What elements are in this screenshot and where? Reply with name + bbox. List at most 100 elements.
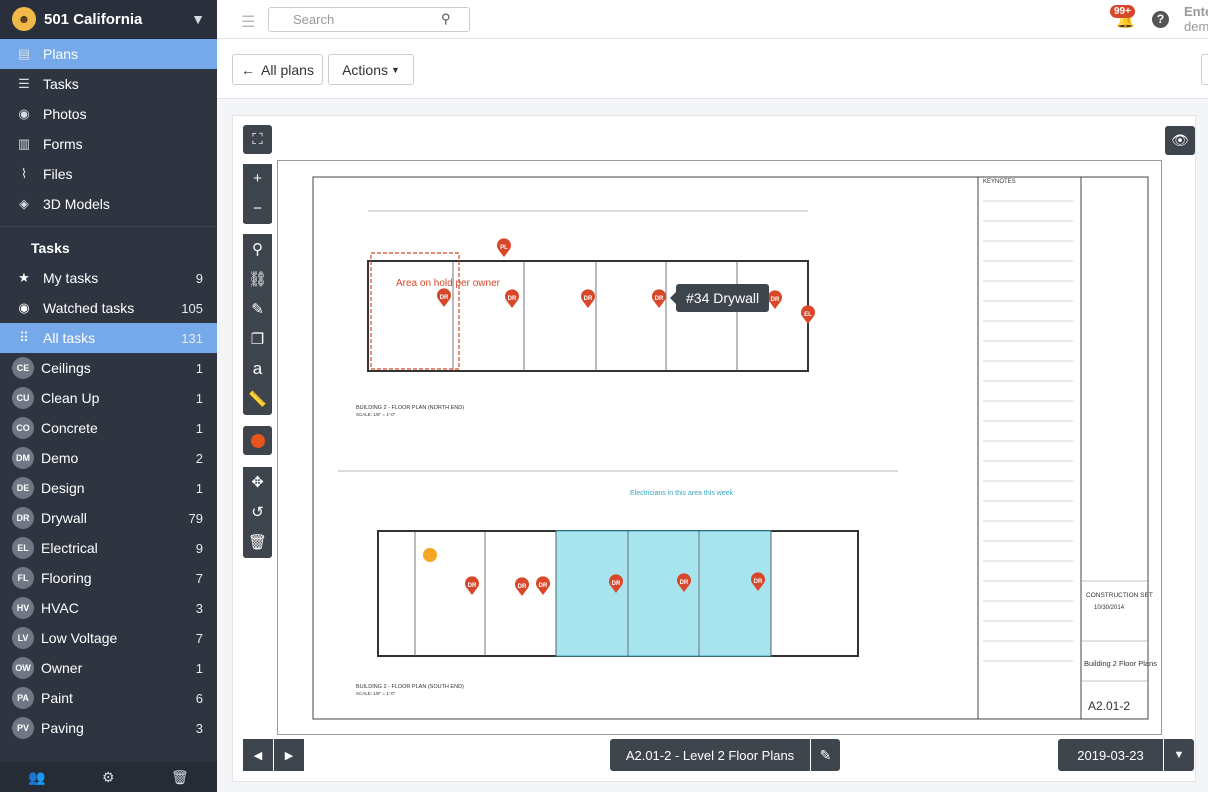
sheet-selector-label: A2.01-2 - Level 2 Floor Plans <box>610 739 810 771</box>
nav-item-plans[interactable]: ▤ Plans <box>0 39 217 69</box>
caret-down-icon: ▼ <box>391 64 400 75</box>
task-category-electrical[interactable]: EL Electrical 9 <box>0 533 217 563</box>
task-category-ceilings[interactable]: CE Ceilings 1 <box>0 353 217 383</box>
task-category-count: 1 <box>195 360 203 376</box>
ruler-icon[interactable]: 📏 <box>243 384 272 413</box>
task-filter-all-tasks[interactable]: ⠿ All tasks 131 <box>0 323 217 353</box>
task-category-paint[interactable]: PA Paint 6 <box>0 683 217 713</box>
eye-icon: ◉ <box>18 300 30 315</box>
sheet-selector[interactable]: A2.01-2 - Level 2 Floor Plans ✎ <box>610 739 840 771</box>
plan-sheet[interactable]: KEYNOTES BUILDING 2 - FLOOR PLAN (NORTH … <box>277 160 1162 735</box>
overflow-button[interactable] <box>1201 54 1208 85</box>
nav-item-photos[interactable]: ◉ Photos <box>0 99 217 129</box>
task-pin-icon[interactable]: DR <box>437 288 451 307</box>
task-category-label: Clean Up <box>41 390 100 406</box>
actions-label: Actions <box>342 61 388 78</box>
move-icon[interactable]: ✥ <box>243 467 272 496</box>
task-category-label: Owner <box>41 660 83 676</box>
cube-icon: ◈ <box>19 196 29 211</box>
task-category-concrete[interactable]: CO Concrete 1 <box>0 413 217 443</box>
search-icon[interactable]: ⚲ <box>441 11 451 27</box>
zoom-in-icon[interactable]: + <box>243 164 272 193</box>
task-category-design[interactable]: DE Design 1 <box>0 473 217 503</box>
task-category-hvac[interactable]: HV HVAC 3 <box>0 593 217 623</box>
category-badge: PV <box>12 717 34 739</box>
task-category-count: 1 <box>195 390 203 406</box>
visibility-eye-icon[interactable]: 👁 <box>1165 126 1195 155</box>
task-pin-icon[interactable]: DR <box>515 577 529 596</box>
task-pin-label: DR <box>771 297 780 303</box>
undo-icon[interactable]: ↺ <box>243 497 272 526</box>
people-icon[interactable]: 👥 <box>28 769 45 786</box>
task-filter-count: 9 <box>195 270 203 286</box>
nav-item-3d-models[interactable]: ◈ 3D Models <box>0 189 217 219</box>
task-category-demo[interactable]: DM Demo 2 <box>0 443 217 473</box>
task-category-count: 1 <box>195 660 203 676</box>
project-logo-icon: ☻ <box>12 7 36 31</box>
task-pin-icon[interactable]: EL <box>801 305 815 324</box>
top-bar: ☰ Search ⚲ 🔔 99+ ? Ente dem <box>217 0 1208 39</box>
help-icon[interactable]: ? <box>1152 11 1169 28</box>
task-pin-icon[interactable]: DR <box>768 290 782 309</box>
user-menu[interactable]: Ente dem <box>1184 4 1208 34</box>
text-icon[interactable]: a <box>243 354 272 383</box>
trash-icon[interactable]: 🗑 <box>171 769 189 786</box>
shape-icon[interactable]: ❐ <box>243 324 272 353</box>
fullscreen-icon[interactable]: ⛶ <box>243 125 272 154</box>
task-category-label: Concrete <box>41 420 98 436</box>
camera-icon: ◉ <box>18 106 30 121</box>
delete-icon[interactable]: 🗑 <box>243 527 272 556</box>
all-plans-button[interactable]: ← All plans <box>232 54 323 85</box>
color-picker[interactable] <box>243 426 272 455</box>
nav-item-forms[interactable]: ▥ Forms <box>0 129 217 159</box>
category-badge: PA <box>12 687 34 709</box>
task-category-label: Paving <box>41 720 84 736</box>
task-category-count: 1 <box>195 420 203 436</box>
nav-item-files[interactable]: ⌇ Files <box>0 159 217 189</box>
task-pin-icon[interactable]: DR <box>505 289 519 308</box>
edit-tools: ✥ ↺ 🗑 <box>243 467 272 558</box>
nav-item-label: 3D Models <box>43 196 110 212</box>
actions-dropdown[interactable]: Actions ▼ <box>328 54 414 85</box>
all-plans-label: All plans <box>261 61 314 78</box>
notification-badge[interactable]: 99+ <box>1110 5 1135 18</box>
task-pin-icon[interactable]: DR <box>581 289 595 308</box>
task-category-count: 2 <box>195 450 203 466</box>
caret-down-icon[interactable]: ▼ <box>1164 739 1194 771</box>
task-category-clean-up[interactable]: CU Clean Up 1 <box>0 383 217 413</box>
search-input[interactable]: Search <box>268 7 470 32</box>
main-nav: ▤ Plans ☰ Tasks ◉ Photos ▥ Forms ⌇ Files ◈ 3D Model… <box>0 39 217 219</box>
edit-pencil-icon[interactable]: ✎ <box>811 739 840 771</box>
gear-icon[interactable]: ⚙ <box>102 769 115 786</box>
pencil-icon[interactable]: ✎ <box>243 294 272 323</box>
task-category-drywall[interactable]: DR Drywall 79 <box>0 503 217 533</box>
task-category-flooring[interactable]: FL Flooring 7 <box>0 563 217 593</box>
category-badge: LV <box>12 627 34 649</box>
task-pin-icon[interactable]: DR <box>465 576 479 595</box>
task-pin-icon[interactable]: DR <box>652 289 666 308</box>
task-filter-watched-tasks[interactable]: ◉ Watched tasks 105 <box>0 293 217 323</box>
task-category-label: Low Voltage <box>41 630 118 646</box>
pin-icon[interactable]: ⚲ <box>243 234 272 263</box>
link-icon[interactable]: ⛓ <box>243 264 272 293</box>
task-category-count: 9 <box>195 540 203 556</box>
previous-sheet-icon[interactable]: ◀ <box>243 739 273 771</box>
task-category-label: Flooring <box>41 570 92 586</box>
hamburger-icon[interactable]: ☰ <box>241 12 255 32</box>
task-category-owner[interactable]: OW Owner 1 <box>0 653 217 683</box>
pin-tooltip: #34 Drywall <box>669 284 770 312</box>
list-icon: ☰ <box>18 76 30 91</box>
task-pin-label: DR <box>508 296 517 302</box>
task-category-paving[interactable]: PV Paving 3 <box>0 713 217 743</box>
nav-item-tasks[interactable]: ☰ Tasks <box>0 69 217 99</box>
project-switcher[interactable]: ☻ 501 California ▼ <box>0 0 217 39</box>
task-category-low-voltage[interactable]: LV Low Voltage 7 <box>0 623 217 653</box>
task-filter-my-tasks[interactable]: ★ My tasks 9 <box>0 263 217 293</box>
revision-date-selector[interactable]: 2019-03-23 ▼ <box>1058 739 1194 771</box>
plan-south-scale: SCALE: 1/8" = 1'-0" <box>356 691 396 696</box>
yellow-pin-icon[interactable] <box>423 548 437 562</box>
next-sheet-icon[interactable]: ▶ <box>274 739 304 771</box>
task-pin-icon[interactable]: PL <box>497 238 511 257</box>
task-pin-icon[interactable]: DR <box>536 576 550 595</box>
zoom-out-icon[interactable]: − <box>243 194 272 223</box>
